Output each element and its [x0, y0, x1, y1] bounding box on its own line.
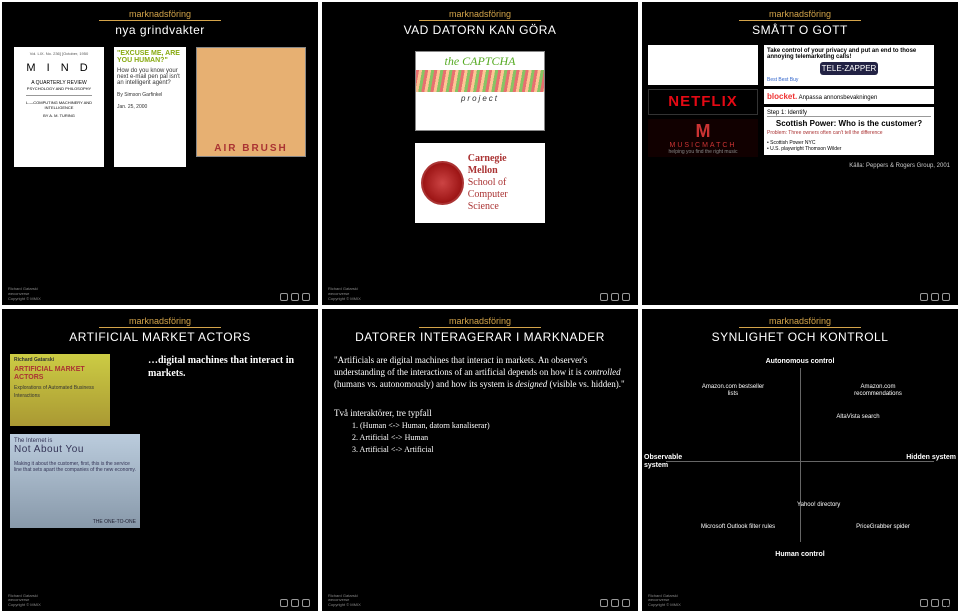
- quadrant-diagram: Autonomous control Human control Observa…: [642, 356, 958, 566]
- excuse-body: How do you know your next e-mail pen pal…: [117, 68, 183, 86]
- item-pricegrabber: PriceGrabber spider: [848, 524, 918, 531]
- cmu-dept1: School of: [468, 177, 507, 188]
- slide-title: ARTIFICIAL MARKET ACTORS: [10, 330, 310, 344]
- slide-header: marknadsföring ARTIFICIAL MARKET ACTORS: [2, 309, 318, 348]
- excuse-article-image: "EXCUSE ME, ARE YOU HUMAN?" How do you k…: [114, 47, 186, 167]
- slide-3: marknadsföring SMÅTT O GOTT NETFLIX M MU…: [642, 2, 958, 305]
- slide-title: DATORER INTERAGERAR I MARKNADER: [330, 330, 630, 344]
- slide-header: marknadsföring VAD DATORN KAN GÖRA: [322, 2, 638, 41]
- slide-title: SMÅTT O GOTT: [650, 23, 950, 37]
- item-yahoo: Yahoo! directory: [794, 502, 844, 509]
- case-2: 2. Artificial <-> Human: [352, 432, 626, 444]
- axis-top-label: Autonomous control: [642, 358, 958, 366]
- slide-title: nya grindvakter: [10, 23, 310, 37]
- cc-icons: [280, 599, 310, 607]
- info-column: Take control of your privacy and put an …: [764, 45, 934, 157]
- blocket-logo: blocket.: [767, 92, 797, 101]
- captcha-logo-image: the CAPTCHA project: [415, 51, 545, 131]
- axis-left-label: Observable system: [644, 454, 704, 470]
- cases-list: 1. (Human <-> Human, datorn kanaliserar)…: [334, 420, 626, 456]
- mind-author: BY A. M. TURING: [18, 113, 100, 118]
- category-label: marknadsföring: [739, 316, 861, 328]
- content-columns: NETFLIX M MUSICMATCH helping you find th…: [642, 41, 958, 161]
- brand-column: NETFLIX M MUSICMATCH helping you find th…: [648, 45, 758, 157]
- book-not-about-you-image: The Internet is Not About You Making it …: [10, 434, 140, 528]
- axis-bottom-label: Human control: [642, 551, 958, 559]
- vertical-axis: [800, 368, 801, 542]
- item-amazon-bestseller: Amazon.com bestseller lists: [698, 384, 768, 398]
- footer-credit: Richard GatarskiweconverseCopyright © MM…: [648, 594, 681, 608]
- item-altavista: AltaVista search: [828, 414, 888, 421]
- slide-header: marknadsföring nya grindvakter: [2, 2, 318, 41]
- footer-credit: Richard GatarskiweconverseCopyright © MM…: [8, 594, 41, 608]
- content-row: Richard Gatarski ARTIFICIAL MARKET ACTOR…: [2, 348, 318, 534]
- category-label: marknadsföring: [419, 316, 541, 328]
- cmu-name: Carnegie Mellon: [468, 153, 507, 176]
- cmu-seal-icon: [421, 161, 464, 205]
- identify-box: Step 1: Identify Scottish Power: Who is …: [764, 107, 934, 155]
- excuse-date: Jan. 25, 2000: [117, 104, 183, 110]
- axis-right-label: Hidden system: [906, 454, 956, 462]
- musicmatch-logo: M MUSICMATCH helping you find the right …: [648, 119, 758, 157]
- slide-6: marknadsföring SYNLIGHET OCH KONTROLL Au…: [642, 309, 958, 612]
- category-label: marknadsföring: [99, 9, 221, 21]
- image-row: Vol. LIX. No. 236] [October, 1950 M I N …: [2, 41, 318, 167]
- category-label: marknadsföring: [419, 9, 541, 21]
- slide-header: marknadsföring SYNLIGHET OCH KONTROLL: [642, 309, 958, 348]
- content-col: the CAPTCHA project Carnegie Mellon Scho…: [322, 41, 638, 223]
- slide-header: marknadsföring DATORER INTERAGERAR I MAR…: [322, 309, 638, 348]
- definition-quote: "Artificials are digital machines that i…: [334, 354, 626, 390]
- excuse-heading: "EXCUSE ME, ARE YOU HUMAN?": [117, 50, 180, 64]
- item-amazon-recs: Amazon.com recommendations: [838, 384, 918, 398]
- slide-grid: marknadsföring nya grindvakter Vol. LIX.…: [0, 0, 960, 613]
- page-number: 16: [944, 601, 954, 611]
- case-1: 1. (Human <-> Human, datorn kanaliserar): [352, 420, 626, 432]
- slide-title: SYNLIGHET OCH KONTROLL: [650, 330, 950, 344]
- category-label: marknadsföring: [99, 316, 221, 328]
- source-citation: Källa: Peppers & Rogers Group, 2001: [642, 161, 958, 169]
- captcha-word: project: [416, 94, 544, 103]
- item-outlook: Microsoft Outlook filter rules: [698, 524, 778, 531]
- netflix-logo: NETFLIX: [648, 89, 758, 115]
- slide-body: "Artificials are digital machines that i…: [322, 348, 638, 462]
- mind-issue: L.—COMPUTING MACHINERY AND INTELLIGENCE: [18, 100, 100, 110]
- footer-credit: Richard GatarskiweconverseCopyright © MM…: [8, 287, 41, 301]
- cc-icons: [600, 293, 630, 301]
- cc-icons: [280, 293, 310, 301]
- captcha-brand: the CAPTCHA: [416, 54, 544, 69]
- slide-title: VAD DATORN KAN GÖRA: [330, 23, 630, 37]
- books-column: Richard Gatarski ARTIFICIAL MARKET ACTOR…: [10, 354, 140, 528]
- cases-heading: Två interaktörer, tre typfall: [334, 408, 626, 418]
- excuse-author: By Simson Garfinkel: [117, 92, 183, 98]
- cmu-logo-image: Carnegie Mellon School of Computer Scien…: [415, 143, 545, 223]
- slide-1: marknadsföring nya grindvakter Vol. LIX.…: [2, 2, 318, 305]
- slide-header: marknadsföring SMÅTT O GOTT: [642, 2, 958, 41]
- horizontal-axis: [666, 461, 934, 462]
- slide-2: marknadsföring VAD DATORN KAN GÖRA the C…: [322, 2, 638, 305]
- book-artificial-actors-image: Richard Gatarski ARTIFICIAL MARKET ACTOR…: [10, 354, 110, 426]
- cmu-dept2: Computer Science: [468, 189, 508, 212]
- amazon-screenshot-image: [648, 45, 758, 85]
- footer-credit: Richard GatarskiweconverseCopyright © MM…: [328, 287, 361, 301]
- telezapper-logo: TELE-ZAPPER: [820, 62, 879, 75]
- cc-icons: [600, 599, 630, 607]
- blocket-text: Anpassa annonsbevakningen: [799, 95, 878, 101]
- cc-icons: [920, 293, 950, 301]
- footer-credit: Richard GatarskiweconverseCopyright © MM…: [328, 594, 361, 608]
- slide-4: marknadsföring ARTIFICIAL MARKET ACTORS …: [2, 309, 318, 612]
- mind-journal-image: Vol. LIX. No. 236] [October, 1950 M I N …: [14, 47, 104, 167]
- slide-5: marknadsföring DATORER INTERAGERAR I MAR…: [322, 309, 638, 612]
- category-label: marknadsföring: [739, 9, 861, 21]
- intro-text: …digital machines that interact in marke…: [148, 354, 310, 528]
- privacy-box: Take control of your privacy and put an …: [764, 45, 934, 86]
- case-3: 3. Artificial <-> Artificial: [352, 444, 626, 456]
- mind-title: M I N D: [18, 62, 100, 74]
- blocket-box: blocket. Anpassa annonsbevakningen: [764, 89, 934, 104]
- airbrush-face-image: [196, 47, 306, 157]
- mind-sub2: PSYCHOLOGY AND PHILOSOPHY: [18, 86, 100, 91]
